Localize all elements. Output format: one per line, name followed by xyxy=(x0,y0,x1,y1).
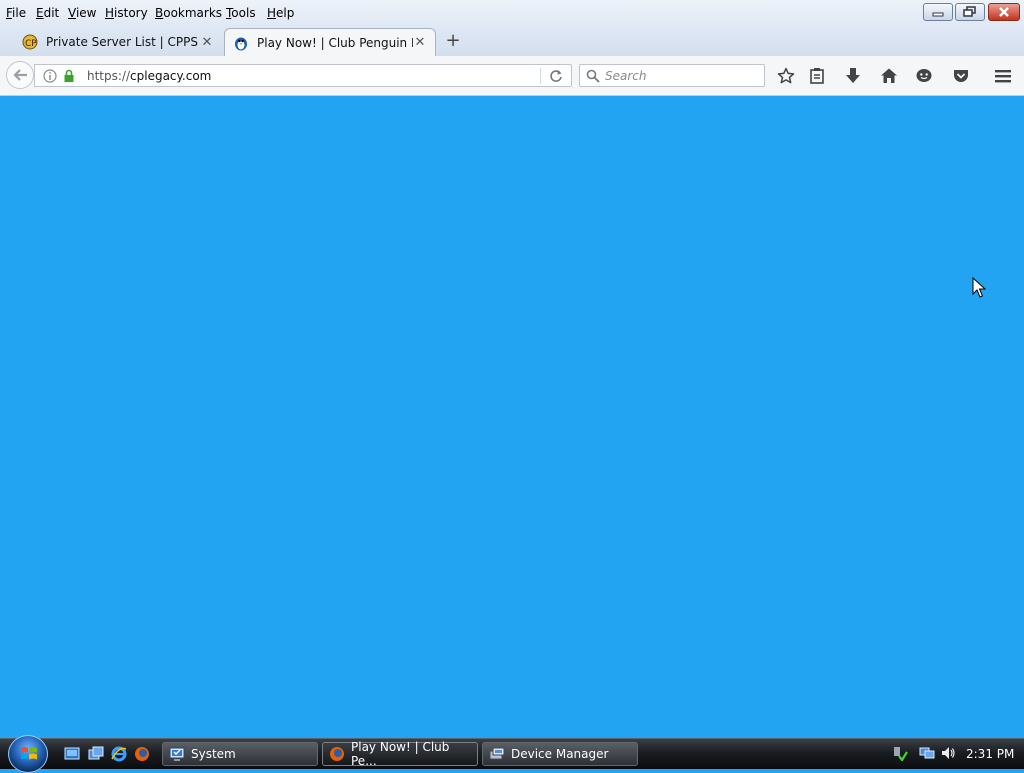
search-icon xyxy=(586,69,600,83)
taskbar-button-label: Play Now! | Club Pe... xyxy=(351,740,450,768)
info-icon[interactable] xyxy=(43,69,57,83)
menu-bar: File Edit View History Bookmarks Tools H… xyxy=(0,0,1024,27)
taskbar-button-device-manager[interactable]: Device Manager xyxy=(482,742,638,766)
menu-file[interactable]: File xyxy=(6,6,26,20)
chat-bubble-icon xyxy=(916,69,932,82)
url-bar[interactable]: https://cplegacy.com xyxy=(34,64,572,87)
tab-title: Play Now! | Club Penguin L... xyxy=(257,35,413,50)
menu-view[interactable]: View xyxy=(68,6,96,20)
tab-title: Private Server List | CPPS W... xyxy=(46,35,200,49)
minimize-icon xyxy=(932,12,944,17)
mouse-cursor-icon xyxy=(972,277,986,298)
url-text: https://cplegacy.com xyxy=(87,69,212,83)
open-menu-button[interactable] xyxy=(993,66,1013,86)
windows-logo-icon xyxy=(21,747,37,760)
menu-tools[interactable]: Tools xyxy=(226,6,256,20)
taskbar-button-label: System xyxy=(191,747,236,761)
close-window-button[interactable] xyxy=(988,3,1020,21)
bookmarks-menu-button[interactable] xyxy=(807,66,827,86)
minimize-button[interactable] xyxy=(923,3,953,21)
clipboard-icon xyxy=(810,68,824,84)
restore-button[interactable] xyxy=(955,3,985,21)
new-tab-button[interactable]: + xyxy=(443,30,463,52)
taskbar-button-label: Device Manager xyxy=(511,747,609,761)
internet-explorer-icon[interactable] xyxy=(111,746,127,762)
firefox-quicklaunch-icon[interactable] xyxy=(134,746,150,762)
pocket-icon xyxy=(954,70,968,82)
taskbar: System Play Now! | Club Pe... Device Man… xyxy=(0,735,1024,773)
download-arrow-icon xyxy=(846,68,860,83)
tab-strip: CP Private Server List | CPPS W... ✕ Pla… xyxy=(0,27,1024,56)
tab-play-now[interactable]: Play Now! | Club Penguin L... ✕ xyxy=(224,28,436,56)
tab-close-button[interactable]: ✕ xyxy=(200,35,214,50)
page-content[interactable] xyxy=(0,96,1024,738)
tab-private-server-list[interactable]: CP Private Server List | CPPS W... ✕ xyxy=(14,28,222,56)
menu-help[interactable]: Help xyxy=(267,6,294,20)
star-icon xyxy=(777,67,795,84)
volume-icon[interactable] xyxy=(940,745,956,761)
show-desktop-icon[interactable] xyxy=(64,746,80,762)
bookmark-star-button[interactable] xyxy=(776,66,796,86)
tab-close-button[interactable]: ✕ xyxy=(413,35,427,50)
device-manager-icon xyxy=(489,747,505,760)
search-input[interactable]: Search xyxy=(579,64,765,87)
club-penguin-favicon-icon xyxy=(235,37,247,50)
search-placeholder: Search xyxy=(605,69,647,83)
home-icon xyxy=(881,68,897,83)
switch-windows-icon[interactable] xyxy=(88,746,104,762)
taskbar-button-system[interactable]: System xyxy=(162,742,318,766)
downloads-button[interactable] xyxy=(843,66,863,86)
back-button[interactable] xyxy=(6,61,34,89)
cpps-favicon-icon: CP xyxy=(22,34,38,50)
system-icon xyxy=(169,747,185,761)
hello-button[interactable] xyxy=(914,66,934,86)
navigation-bar: https://cplegacy.com Search xyxy=(0,56,1024,96)
lock-icon xyxy=(64,69,74,82)
reload-icon[interactable] xyxy=(549,69,563,83)
back-arrow-icon xyxy=(13,69,27,81)
start-button[interactable] xyxy=(8,735,48,773)
network-icon[interactable] xyxy=(919,745,935,761)
menu-edit[interactable]: Edit xyxy=(36,6,59,20)
svg-text:CP: CP xyxy=(25,39,37,49)
taskbar-clock[interactable]: 2:31 PM xyxy=(966,747,1014,761)
menu-bookmarks[interactable]: Bookmarks xyxy=(155,6,222,20)
firefox-icon xyxy=(330,747,344,761)
restore-icon xyxy=(963,6,976,17)
menu-history[interactable]: History xyxy=(105,6,148,20)
close-icon xyxy=(999,7,1009,17)
safely-remove-hardware-icon[interactable] xyxy=(892,745,908,761)
pocket-button[interactable] xyxy=(951,66,971,86)
taskbar-button-firefox[interactable]: Play Now! | Club Pe... xyxy=(322,740,478,768)
home-button[interactable] xyxy=(879,66,899,86)
hamburger-menu-icon xyxy=(995,70,1011,83)
